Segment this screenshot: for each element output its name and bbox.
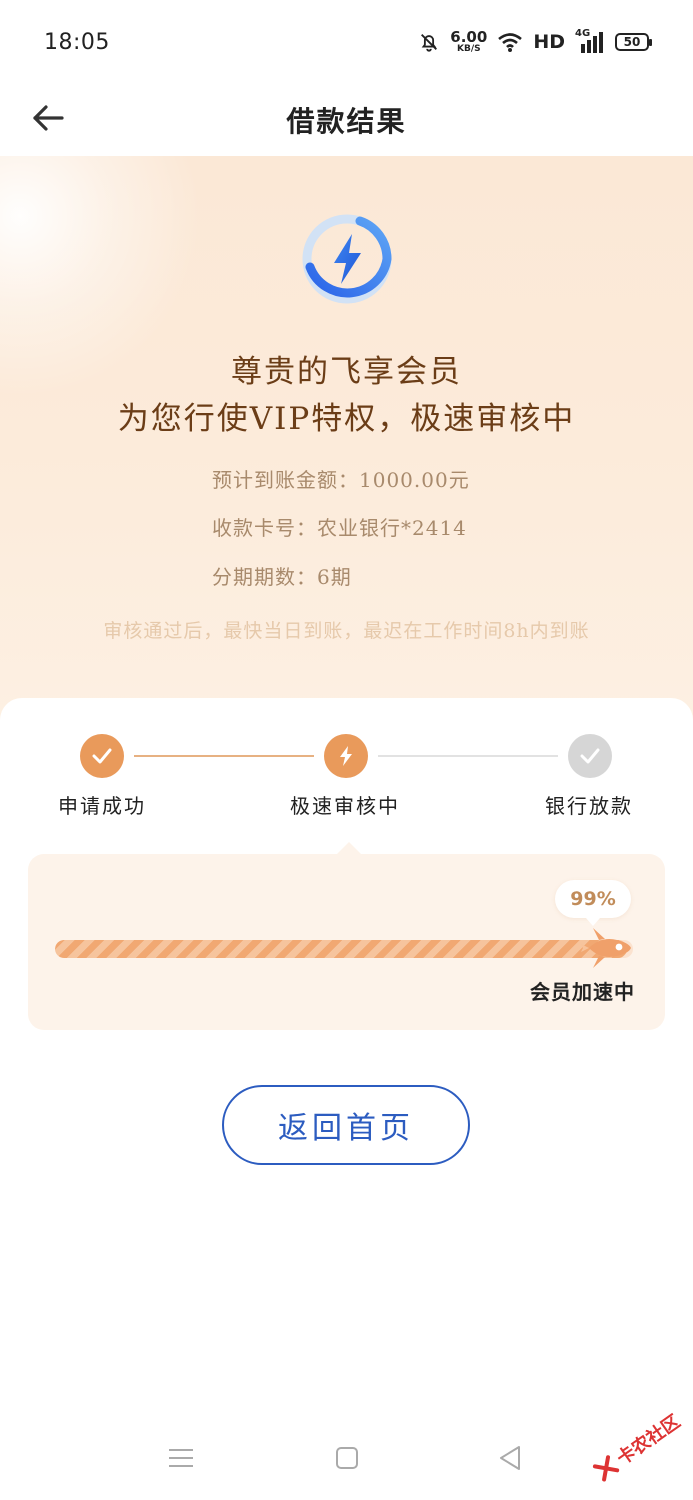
hero-title-line2: 为您行使VIP特权，极速审核中 (117, 401, 576, 437)
step-2-label: 极速审核中 (290, 794, 400, 818)
status-time: 18:05 (44, 29, 110, 55)
page-title: 借款结果 (286, 105, 407, 138)
back-nav-button[interactable] (482, 1430, 538, 1486)
hero-section: 尊贵的飞享会员 为您行使VIP特权，极速审核中 预计到账金额：1000.00元 … (0, 156, 693, 736)
return-home-button[interactable]: 返回首页 (222, 1085, 470, 1165)
hero-title-line1: 尊贵的飞享会员 (231, 354, 462, 390)
lightning-icon (302, 214, 392, 304)
back-button[interactable] (28, 94, 68, 142)
menu-button[interactable] (153, 1430, 209, 1486)
net-speed: 6.00 KB/S (450, 28, 488, 54)
hero-note: 审核通过后，最快当日到账，最迟在工作时间8h内到账 (103, 620, 590, 642)
step-3-circle (568, 734, 612, 778)
wifi-icon (498, 33, 523, 52)
info-row-amount: 预计到账金额：1000.00元 (212, 468, 470, 492)
status-bar: 18:05 6.00 KB/S HD 4G 50 (0, 0, 693, 84)
bolt-icon (340, 746, 352, 766)
check-icon (580, 748, 600, 764)
step-1-circle (80, 734, 124, 778)
check-icon (92, 748, 112, 764)
nav-bar: 借款结果 (0, 84, 693, 156)
mute-bell-icon (421, 34, 438, 52)
home-nav-button[interactable] (319, 1430, 375, 1486)
step-1-label: 申请成功 (58, 794, 146, 818)
step-connector-1 (134, 755, 314, 757)
rocket-icon (581, 928, 631, 968)
menu-icon (169, 1449, 193, 1467)
info-row-installments: 分期期数：6期 (212, 565, 352, 589)
info-row-card: 收款卡号：农业银行*2414 (212, 516, 467, 540)
progress-status-label: 会员加速中 (530, 980, 635, 1004)
step-connector-2 (378, 755, 558, 757)
status-icons: 6.00 KB/S HD 4G 50 (418, 28, 652, 54)
progress-card: 申请成功 极速审核中 银行放款 99% 会员加速中 返回首页 (0, 698, 693, 1418)
signal-icon (581, 32, 603, 53)
step-2-circle (324, 734, 368, 778)
signal-4g: 4G (575, 28, 605, 54)
progress-track (55, 940, 633, 958)
step-3-label: 银行放款 (545, 794, 633, 818)
back-arrow-icon (33, 105, 64, 131)
square-home-icon (336, 1447, 358, 1469)
progress-fill (55, 940, 628, 958)
hd-indicator: HD (533, 31, 565, 53)
progress-percent-bubble: 99% (555, 880, 631, 926)
battery-icon: 50 (615, 33, 652, 51)
progress-box: 99% 会员加速中 (28, 854, 665, 1030)
triangle-back-icon (500, 1446, 520, 1470)
